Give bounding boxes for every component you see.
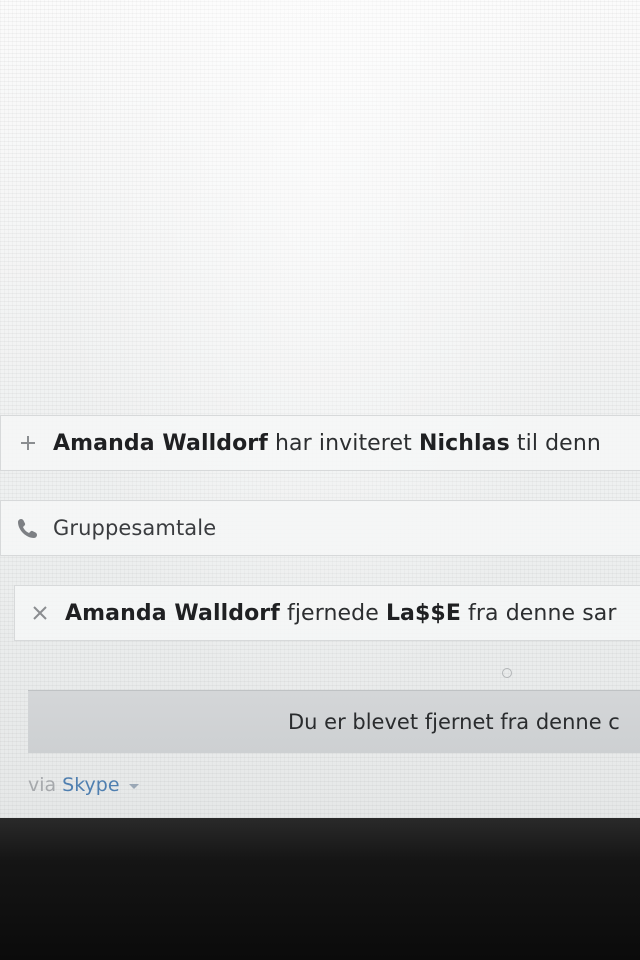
- phone-icon: [15, 515, 41, 541]
- invite-target[interactable]: Nichlas: [419, 431, 510, 456]
- invite-suffix: til denn: [516, 430, 601, 456]
- chat-screen: Amanda Walldorf har inviteret Nichlas ti…: [0, 0, 640, 818]
- close-icon: [27, 600, 53, 626]
- call-label: Gruppesamtale: [53, 516, 217, 540]
- event-removed-row: Amanda Walldorf fjernede La$$E fra denne…: [14, 585, 640, 641]
- monitor-bezel: [0, 818, 640, 960]
- removed-actor[interactable]: Amanda Walldorf: [65, 601, 280, 626]
- removed-action: fjernede: [287, 600, 379, 626]
- removed-message: Amanda Walldorf fjernede La$$E fra denne…: [65, 601, 617, 626]
- notice-text: Du er blevet fjernet fra denne c: [288, 710, 620, 734]
- removed-suffix: fra denne sar: [468, 600, 617, 626]
- via-skype[interactable]: via Skype: [28, 774, 140, 796]
- plus-icon: [15, 430, 41, 456]
- event-call-row[interactable]: Gruppesamtale: [0, 500, 640, 556]
- event-invite-row: Amanda Walldorf har inviteret Nichlas ti…: [0, 415, 640, 471]
- removed-target[interactable]: La$$E: [386, 601, 461, 626]
- invite-action: har inviteret: [275, 430, 412, 456]
- via-label: via: [28, 774, 57, 796]
- invite-actor[interactable]: Amanda Walldorf: [53, 431, 268, 456]
- removed-notice-banner: Du er blevet fjernet fra denne c: [28, 690, 640, 753]
- decorative-dot: [502, 668, 512, 678]
- chevron-down-icon[interactable]: [128, 774, 140, 796]
- skype-link[interactable]: Skype: [62, 774, 119, 796]
- invite-message: Amanda Walldorf har inviteret Nichlas ti…: [53, 431, 601, 456]
